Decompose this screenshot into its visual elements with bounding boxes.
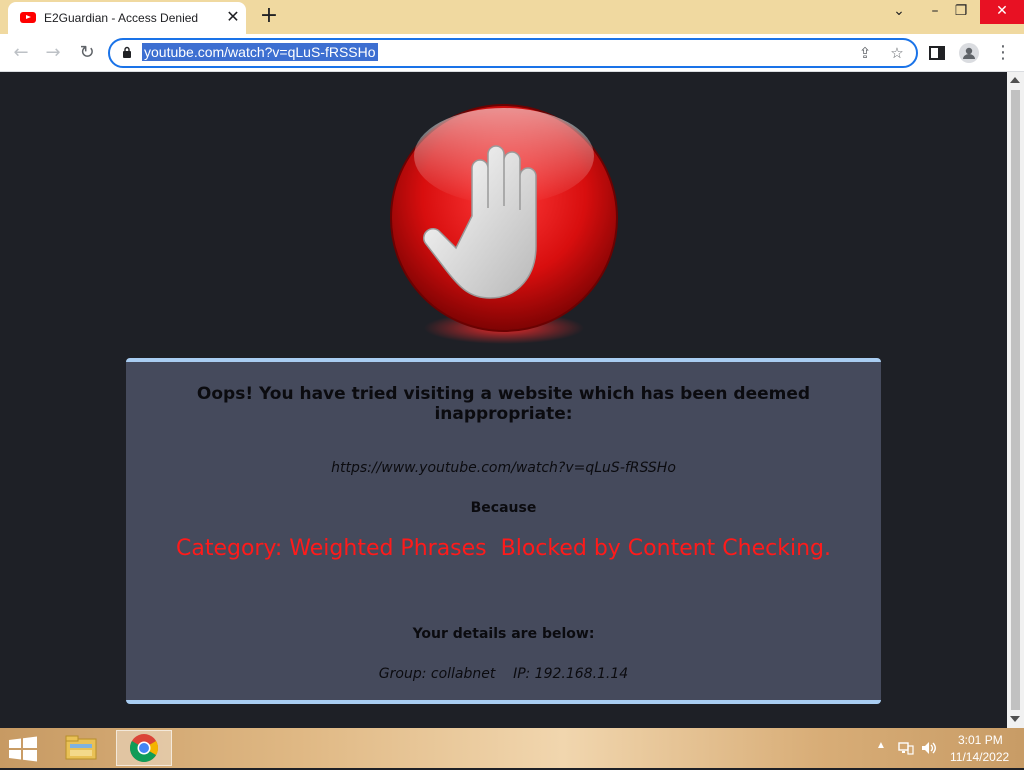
new-tab-button[interactable]: + [256,5,282,29]
vertical-scrollbar[interactable] [1007,72,1024,728]
window-close-icon[interactable]: ✕ [980,0,1024,24]
tray-expand-icon[interactable]: ▲ [876,740,886,751]
stop-hand-icon [390,104,618,344]
chrome-icon [130,734,158,762]
scroll-down-icon[interactable] [1010,716,1020,722]
back-arrow-icon[interactable]: ← [8,40,34,66]
block-reason: Category: Weighted Phrases Blocked by Co… [176,536,831,561]
access-denied-panel: Oops! You have tried visiting a website … [126,358,881,704]
reload-icon[interactable]: ↻ [74,40,100,66]
youtube-icon [20,12,36,23]
tab-search-chevron-down-icon[interactable]: ⌄ [882,0,916,24]
bookmark-star-icon[interactable]: ☆ [886,42,908,64]
user-details: Group: collabnet IP: 192.168.1.14 [378,666,629,682]
restore-icon[interactable]: ❐ [944,0,978,24]
folder-icon [65,735,97,760]
page-content: Oops! You have tried visiting a website … [0,72,1007,728]
scroll-up-icon[interactable] [1010,77,1020,83]
scroll-thumb[interactable] [1011,90,1020,710]
windows-start-icon[interactable] [8,736,38,762]
forward-arrow-icon[interactable]: → [40,40,66,66]
chrome-taskbar-button[interactable] [116,730,172,766]
side-panel-glyph [929,46,945,60]
tab-close-icon[interactable]: ✕ [224,8,242,26]
taskbar: ▲ 3:01 PM 11/14/2022 [0,728,1024,768]
page-title: Oops! You have tried visiting a website … [196,384,811,424]
address-bar[interactable]: youtube.com/watch?v=qLuS-fRSSHo ⇪ ☆ [108,38,918,68]
profile-avatar-icon[interactable] [956,40,982,66]
tab-title: E2Guardian - Access Denied [44,11,199,25]
address-bar-url[interactable]: youtube.com/watch?v=qLuS-fRSSHo [142,43,378,61]
clock-date[interactable]: 11/14/2022 [950,750,1009,764]
avatar [959,43,979,63]
tab-active[interactable]: E2Guardian - Access Denied ✕ [8,2,246,34]
tab-strip: E2Guardian - Access Denied ✕ + ⌄ – ❐ ✕ [0,0,1024,34]
because-label: Because [470,500,537,516]
network-icon[interactable] [898,740,914,756]
share-icon[interactable]: ⇪ [854,42,876,64]
file-explorer-icon[interactable] [58,730,104,766]
lock-icon [123,46,131,58]
volume-icon[interactable] [920,740,938,756]
details-label: Your details are below: [412,626,595,642]
clock-time[interactable]: 3:01 PM [958,733,1003,747]
blocked-url: https://www.youtube.com/watch?v=qLuS-fRS… [331,460,676,476]
side-panel-icon[interactable] [924,40,950,66]
menu-kebab-icon[interactable]: ⋮ [990,40,1016,66]
browser-toolbar: ← → ↻ youtube.com/watch?v=qLuS-fRSSHo ⇪ … [0,34,1024,72]
